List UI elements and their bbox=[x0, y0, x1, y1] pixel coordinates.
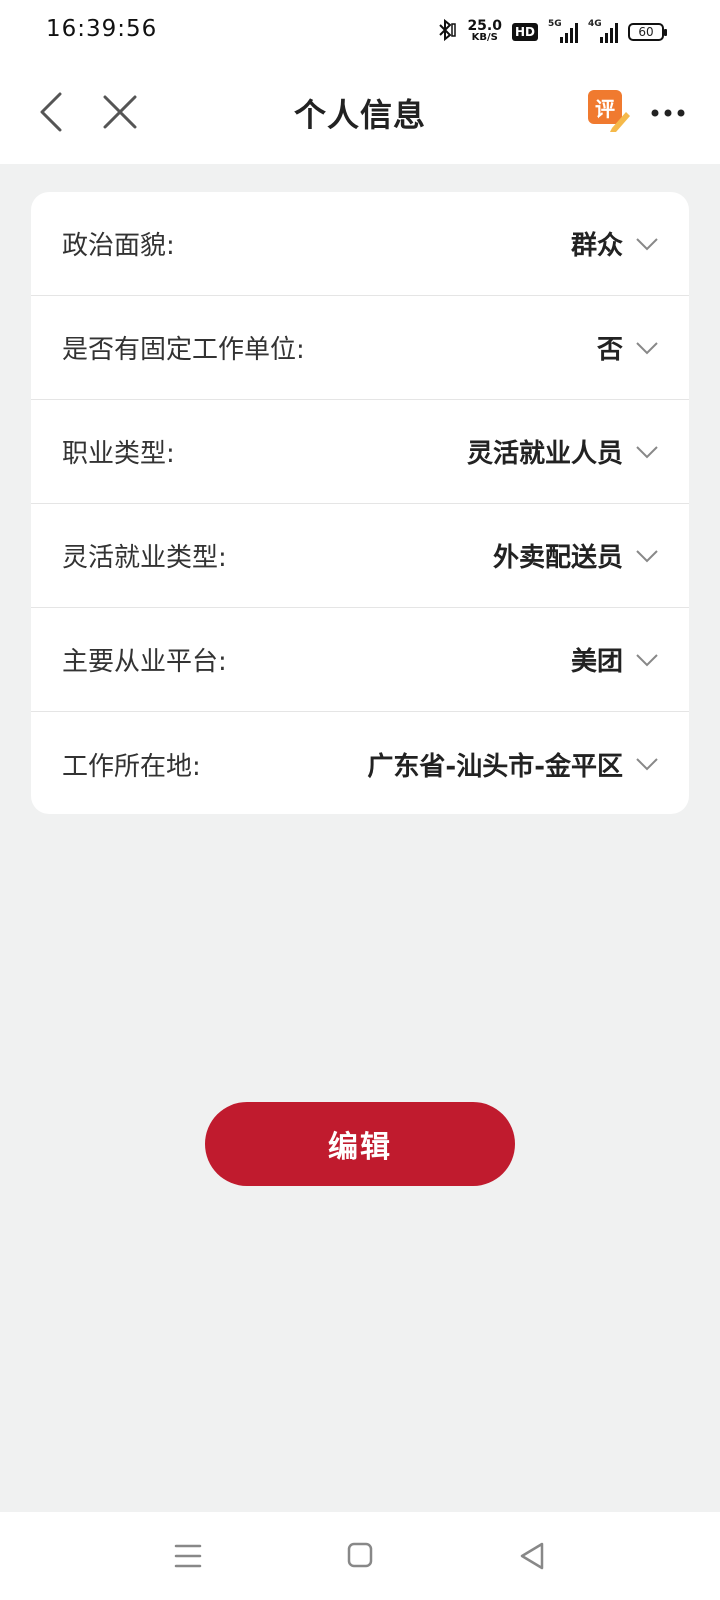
chevron-down-icon bbox=[636, 237, 658, 250]
chevron-down-icon bbox=[636, 341, 658, 354]
row-select[interactable]: 广东省-汕头市-金平区 bbox=[367, 746, 659, 783]
net-speed-value: 25.0 bbox=[467, 18, 502, 34]
net-speed-unit: KB/S bbox=[471, 32, 498, 43]
row-value: 灵活就业人员 bbox=[466, 439, 623, 469]
menu-icon[interactable] bbox=[168, 1538, 208, 1574]
row-select[interactable]: 否 bbox=[597, 329, 659, 366]
form-row-flexible-employment-type[interactable]: 灵活就业类型: 外卖配送员 bbox=[31, 504, 689, 608]
row-value: 否 bbox=[596, 335, 623, 365]
row-value: 广东省-汕头市-金平区 bbox=[367, 751, 623, 782]
signal-4g-icon: 4G bbox=[588, 19, 618, 43]
row-value: 外卖配送员 bbox=[492, 543, 623, 573]
bluetooth-icon bbox=[435, 18, 457, 46]
row-select[interactable]: 美团 bbox=[571, 641, 659, 678]
signal-bar bbox=[575, 23, 578, 43]
row-label: 主要从业平台: bbox=[62, 647, 227, 677]
signal-bar bbox=[615, 23, 618, 43]
row-label: 职业类型: bbox=[62, 439, 175, 469]
signal-bar bbox=[560, 37, 563, 43]
form-row-work-location[interactable]: 工作所在地: 广东省-汕头市-金平区 bbox=[31, 712, 689, 814]
form-row-main-platform[interactable]: 主要从业平台: 美团 bbox=[31, 608, 689, 712]
row-label: 是否有固定工作单位: bbox=[62, 335, 305, 365]
hd-icon: HD bbox=[511, 23, 538, 41]
row-label: 政治面貌: bbox=[62, 231, 175, 261]
battery-icon: 60 bbox=[628, 23, 667, 41]
form-row-fixed-employer[interactable]: 是否有固定工作单位: 否 bbox=[31, 296, 689, 400]
row-label: 灵活就业类型: bbox=[62, 543, 227, 573]
home-icon[interactable] bbox=[340, 1538, 380, 1574]
more-icon[interactable] bbox=[648, 98, 688, 128]
signal-5g-label: 5G bbox=[548, 19, 562, 29]
chevron-down-icon bbox=[636, 653, 658, 666]
form-row-political-status[interactable]: 政治面貌: 群众 bbox=[31, 192, 689, 296]
signal-bar bbox=[605, 33, 608, 43]
signal-bar bbox=[610, 28, 613, 43]
nav-bar: 个人信息 评 bbox=[0, 64, 720, 164]
status-bar: 16:39:56 25.0 KB/S HD 5G 4G 60 bbox=[0, 0, 720, 64]
chevron-down-icon bbox=[636, 758, 658, 771]
row-select[interactable]: 群众 bbox=[571, 225, 659, 262]
row-select[interactable]: 外卖配送员 bbox=[493, 537, 659, 574]
review-icon[interactable]: 评 bbox=[588, 90, 630, 132]
chevron-down-icon bbox=[636, 549, 658, 562]
signal-bar bbox=[565, 33, 568, 43]
status-time: 16:39:56 bbox=[46, 16, 158, 42]
signal-5g-icon: 5G bbox=[548, 19, 578, 43]
back-triangle-icon[interactable] bbox=[512, 1538, 552, 1574]
form-row-occupation-type[interactable]: 职业类型: 灵活就业人员 bbox=[31, 400, 689, 504]
net-speed: 25.0 KB/S bbox=[467, 18, 502, 43]
row-value: 群众 bbox=[570, 231, 623, 261]
signal-4g-label: 4G bbox=[588, 19, 602, 29]
edit-button[interactable]: 编辑 bbox=[205, 1102, 515, 1186]
info-card: 政治面貌: 群众 是否有固定工作单位: 否 职业类型: 灵活就业人员 灵活就业类… bbox=[31, 192, 689, 814]
row-value: 美团 bbox=[570, 647, 623, 677]
signal-bar bbox=[570, 28, 573, 43]
status-icons: 25.0 KB/S HD 5G 4G 60 bbox=[435, 18, 667, 46]
row-select[interactable]: 灵活就业人员 bbox=[467, 433, 659, 470]
system-nav-bar bbox=[0, 1512, 720, 1600]
chevron-down-icon bbox=[636, 445, 658, 458]
signal-bar bbox=[600, 37, 603, 43]
row-label: 工作所在地: bbox=[62, 751, 201, 782]
